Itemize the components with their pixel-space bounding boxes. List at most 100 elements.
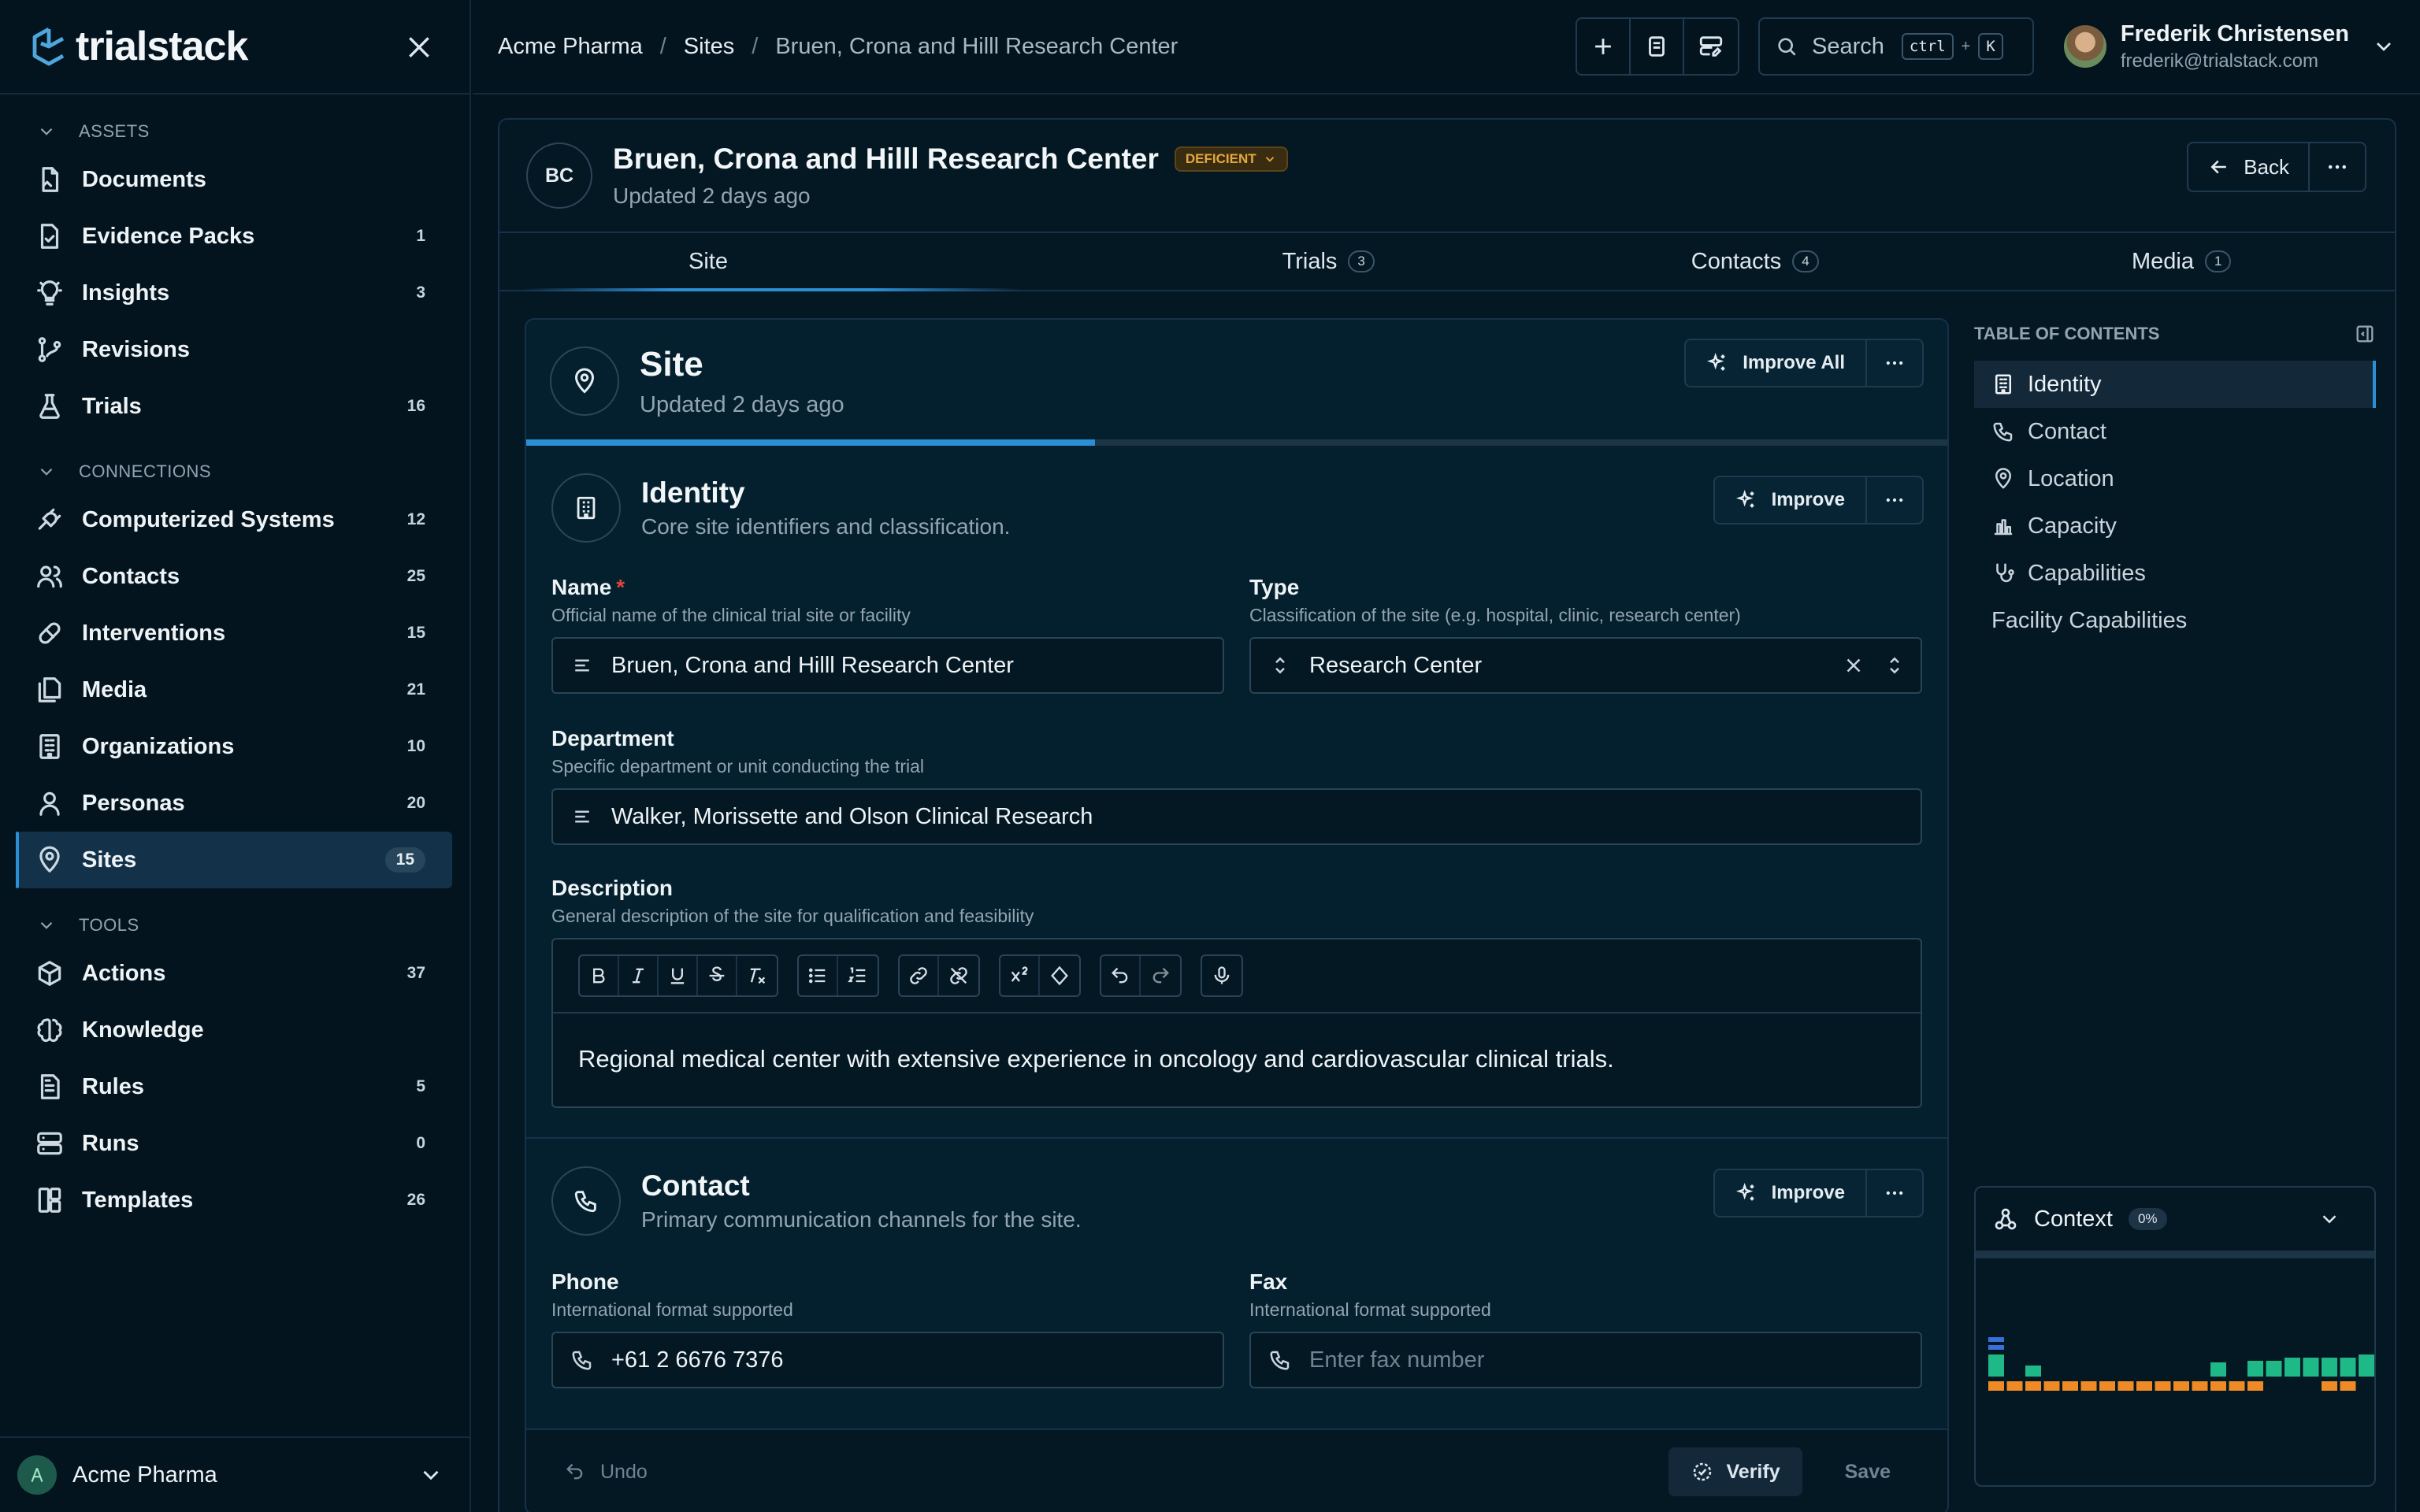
phone-input[interactable]: +61 2 6676 7376 [551, 1332, 1224, 1388]
context-bar-bottom [2062, 1381, 2078, 1391]
name-input[interactable]: Bruen, Crona and Hilll Research Center [551, 637, 1224, 694]
sidebar-item-revisions[interactable]: Revisions [17, 321, 452, 378]
document-icon [35, 165, 65, 195]
notes-icon[interactable] [1631, 19, 1684, 74]
more-options-button[interactable] [2310, 143, 2365, 191]
toc-item-capabilities[interactable]: Capabilities [1974, 550, 2376, 597]
panel-collapse-icon[interactable] [2354, 323, 2376, 345]
superscript-icon[interactable] [1000, 956, 1040, 995]
toc-item-contact[interactable]: Contact [1974, 408, 2376, 455]
sidebar-item-organizations[interactable]: Organizations 10 [17, 718, 452, 775]
sidebar-item-personas[interactable]: Personas 20 [17, 775, 452, 832]
fax-field: Fax International format supported Enter… [1249, 1269, 1922, 1388]
sidebar-item-rules[interactable]: Rules 5 [17, 1058, 452, 1115]
sparkles-icon [1735, 1182, 1757, 1204]
verify-button[interactable]: Verify [1668, 1447, 1802, 1496]
server-edit-icon[interactable] [1684, 19, 1738, 74]
back-button[interactable]: Back [2188, 143, 2310, 191]
section-title: CONNECTIONS [79, 461, 212, 481]
quick-actions [1576, 17, 1739, 76]
toc-item-location[interactable]: Location [1974, 455, 2376, 502]
toc-item-capacity[interactable]: Capacity [1974, 502, 2376, 550]
sidebar-item-label: Templates [82, 1187, 194, 1213]
fax-input[interactable]: Enter fax number [1249, 1332, 1922, 1388]
sidebar-item-documents[interactable]: Documents [17, 151, 452, 208]
more-options-button[interactable] [1867, 1170, 1922, 1216]
more-options-button[interactable] [1867, 477, 1922, 523]
bullet-list-icon[interactable] [799, 956, 838, 995]
verify-label: Verify [1726, 1460, 1780, 1483]
improve-all-label: Improve All [1743, 352, 1845, 373]
redo-icon[interactable] [1141, 956, 1180, 995]
improve-button[interactable]: Improve [1715, 477, 1867, 523]
context-header[interactable]: Context 0% [1976, 1188, 2374, 1258]
breadcrumb-org[interactable]: Acme Pharma [498, 34, 643, 60]
tab-media[interactable]: Media 1 [1969, 233, 2396, 290]
sidebar-item-insights[interactable]: Insights 3 [17, 265, 452, 321]
sidebar-item-runs[interactable]: Runs 0 [17, 1115, 452, 1172]
description-text[interactable]: Regional medical center with extensive e… [553, 1014, 1921, 1105]
phone-help: International format supported [551, 1299, 793, 1320]
user-menu[interactable]: Frederik Christensen frederik@trialstack… [2063, 17, 2396, 76]
toc-item-facility-capabilities[interactable]: Facility Capabilities [1974, 597, 2376, 644]
sidebar-item-actions[interactable]: Actions 37 [17, 945, 452, 1002]
bold-icon[interactable] [580, 956, 619, 995]
tab-trials[interactable]: Trials 3 [1115, 233, 1542, 290]
department-field: Department Specific department or unit c… [551, 726, 1922, 845]
clear-format-icon[interactable] [737, 956, 777, 995]
identity-title: Identity [641, 476, 745, 509]
sidebar-item-media[interactable]: Media 21 [17, 662, 452, 718]
save-button[interactable]: Save [1826, 1461, 1910, 1484]
section-header-connections[interactable]: CONNECTIONS [0, 452, 470, 491]
undo-icon[interactable] [1101, 956, 1141, 995]
strikethrough-icon[interactable] [698, 956, 737, 995]
sidebar-item-count: 1 [416, 227, 425, 245]
sidebar-item-knowledge[interactable]: Knowledge [17, 1002, 452, 1058]
improve-all-button[interactable]: Improve All [1686, 340, 1867, 386]
breadcrumb-sites[interactable]: Sites [684, 34, 734, 60]
add-icon[interactable] [1577, 19, 1631, 74]
search-input[interactable]: Search ctrl + K [1758, 17, 2034, 76]
link-icon[interactable] [900, 956, 939, 995]
sidebar-item-contacts[interactable]: Contacts 25 [17, 548, 452, 605]
close-icon[interactable] [403, 32, 435, 63]
status-badge[interactable]: DEFICIENT [1174, 146, 1288, 172]
building-icon [573, 495, 599, 521]
user-name: Frederik Christensen [2120, 20, 2349, 46]
chevron-down-icon[interactable] [2318, 1207, 2341, 1231]
microphone-icon[interactable] [1202, 956, 1242, 995]
more-options-button[interactable] [1867, 340, 1922, 386]
unlink-icon[interactable] [939, 956, 978, 995]
brain-icon [35, 1015, 65, 1045]
context-bar-bottom [2080, 1381, 2097, 1391]
undo-button[interactable]: Undo [564, 1461, 648, 1484]
sidebar-item-computerized-systems[interactable]: Computerized Systems 12 [17, 491, 452, 548]
phone-icon [573, 1188, 599, 1214]
italic-icon[interactable] [619, 956, 659, 995]
context-bar-top [1988, 1354, 2004, 1377]
tab-contacts[interactable]: Contacts 4 [1542, 233, 1969, 290]
sidebar-item-evidence-packs[interactable]: Evidence Packs 1 [17, 208, 452, 265]
underline-icon[interactable] [659, 956, 698, 995]
numbered-list-icon[interactable] [838, 956, 878, 995]
tab-site[interactable]: Site [499, 233, 1115, 291]
toc-item-identity[interactable]: Identity [1974, 361, 2376, 408]
department-input[interactable]: Walker, Morissette and Olson Clinical Re… [551, 788, 1922, 845]
sidebar-item-trials[interactable]: Trials 16 [17, 378, 452, 435]
org-switcher[interactable]: Acme Pharma [0, 1436, 470, 1512]
chevrons-up-down-icon[interactable] [1883, 654, 1906, 677]
eraser-icon[interactable] [1040, 956, 1079, 995]
section-header-assets[interactable]: ASSETS [0, 112, 470, 151]
media-icon [35, 675, 65, 705]
section-header-tools[interactable]: TOOLS [0, 906, 470, 945]
sidebar-item-templates[interactable]: Templates 26 [17, 1172, 452, 1228]
sidebar-item-interventions[interactable]: Interventions 15 [17, 605, 452, 662]
context-bar-bottom [2043, 1381, 2060, 1391]
context-bar-bottom [2247, 1381, 2263, 1391]
improve-button[interactable]: Improve [1715, 1170, 1867, 1216]
context-bar-bottom [2118, 1381, 2134, 1391]
clear-icon[interactable] [1842, 654, 1865, 677]
type-select[interactable]: Research Center [1249, 637, 1922, 694]
sidebar-item-sites[interactable]: Sites 15 [16, 832, 452, 888]
name-field: Name * Official name of the clinical tria… [551, 575, 1224, 694]
